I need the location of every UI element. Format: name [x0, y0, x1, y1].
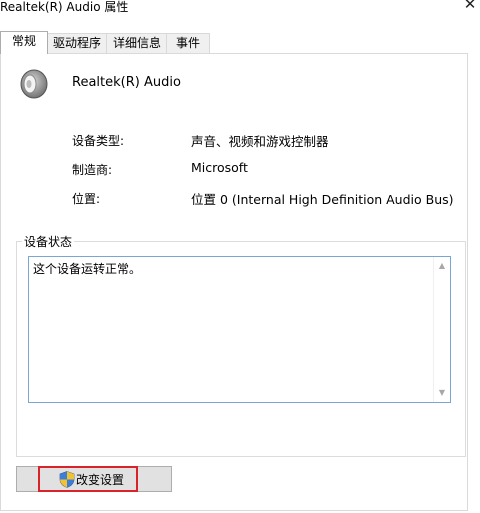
manufacturer-label: 制造商:: [72, 163, 113, 177]
uac-shield-icon: [59, 471, 75, 488]
device-status-textbox[interactable]: 这个设备运转正常。 ▲ ▼: [28, 256, 451, 403]
scroll-down-icon[interactable]: ▼: [434, 385, 450, 401]
location-label: 位置:: [72, 192, 101, 206]
status-scrollbar[interactable]: ▲ ▼: [433, 257, 450, 402]
device-type-label: 设备类型:: [72, 134, 125, 148]
speaker-icon: [20, 69, 48, 99]
tab-events[interactable]: 事件: [166, 33, 210, 53]
tab-details[interactable]: 详细信息: [106, 33, 168, 53]
manufacturer-value: Microsoft: [191, 160, 248, 175]
location-value: 位置 0 (Internal High Definition Audio Bus…: [191, 192, 454, 207]
window-title: Realtek(R) Audio 属性: [0, 0, 129, 14]
tab-driver[interactable]: 驱动程序: [46, 33, 108, 53]
change-settings-label: 改变设置: [76, 473, 125, 487]
device-name: Realtek(R) Audio: [72, 75, 181, 90]
device-type-value: 声音、视频和游戏控制器: [191, 134, 329, 149]
close-button[interactable]: ✕: [459, 0, 480, 14]
device-status-text: 这个设备运转正常。: [33, 262, 142, 276]
scroll-up-icon[interactable]: ▲: [434, 258, 450, 274]
device-status-title: 设备状态: [22, 233, 75, 250]
tab-general[interactable]: 常规: [0, 31, 48, 54]
